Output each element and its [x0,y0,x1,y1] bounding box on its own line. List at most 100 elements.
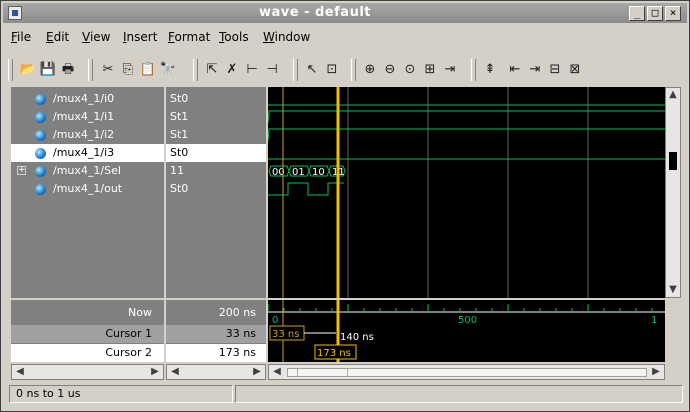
collapse-icon[interactable]: ⊠ [566,61,584,79]
cursor-area: Now Cursor 1 Cursor 2 200 ns 33 ns 173 n… [11,300,665,362]
signal-icon [35,130,46,141]
menu-edit[interactable]: Edit [46,30,69,44]
timeline-panel[interactable]: 0 500 1 33 ns 140 ns 173 ns [268,300,665,362]
menu-tools[interactable]: Tools [219,30,249,44]
signal-icon [35,112,46,123]
signal-row[interactable]: /mux4_1/out [11,180,164,198]
toolbar: 📂 💾 🖶 ✂ ⎘ 📋 🔭 ⇱ ✗ ⊢ ⊣ ↖ ⊡ ⊕ ⊖ ⊙ ⊞ ⇥ ⇞ ⇤ ⇥ ⊟ ⊠ [3,55,687,85]
tick-label: 1 [651,315,657,326]
toolbar-separator [88,59,93,81]
delete-wave-icon[interactable]: ✗ [223,61,241,79]
save-icon[interactable]: 💾 [39,61,57,79]
scroll-down-icon[interactable]: ▼ [666,284,680,296]
copy-icon[interactable]: ⎘ [119,61,137,79]
cursor2-row[interactable]: Cursor 2 [11,344,164,362]
tick-label: 0 [272,315,278,326]
signal-icon [35,94,46,105]
wave-hscroll[interactable]: ◀ ▶ [268,364,665,380]
find-icon[interactable]: 🔭 [159,61,177,79]
waveform-svg: 00011011 [268,87,665,298]
zoom-mode-icon[interactable]: ⊡ [323,61,341,79]
zoom-in-icon[interactable]: ⊕ [361,61,379,79]
scroll-right-icon[interactable]: ▶ [649,366,663,378]
signal-value-row[interactable]: St0 [166,144,266,162]
cursor2-label: Cursor 2 [105,346,152,359]
now-label: Now [128,306,152,319]
pointer-icon[interactable]: ↖ [303,61,321,79]
prev-edge-icon[interactable]: ⇤ [506,61,524,79]
toolbar-separator [293,59,298,81]
menu-insert[interactable]: Insert [123,30,157,44]
bus-value: 01 [292,167,305,178]
cursor-values: 200 ns 33 ns 173 ns [166,300,266,362]
waveform-panel[interactable]: 00011011 [268,87,665,298]
zoom-out-icon[interactable]: ⊖ [381,61,399,79]
minimize-button[interactable]: _ [629,6,645,21]
signal-icon [35,184,46,195]
select-icon[interactable]: ⇱ [203,61,221,79]
signal-row[interactable]: /mux4_1/i2 [11,126,164,144]
expand-icon[interactable]: ⊟ [546,61,564,79]
cursor2-tag: 173 ns [317,348,351,359]
vertical-scrollbar[interactable]: ▲ ▼ [665,87,681,298]
horizontal-scrollbars: ◀ ▶ ◀ ▶ ◀ ▶ [11,364,665,381]
step-icon[interactable]: ⇥ [441,61,459,79]
signal-value-row[interactable]: St0 [166,180,266,198]
signal-value-row[interactable]: St1 [166,126,266,144]
toolbar-separator [471,59,476,81]
scroll-left-icon[interactable]: ◀ [168,366,182,378]
menu-bar: File Edit View Insert Format Tools Windo… [3,25,687,49]
scroll-left-icon[interactable]: ◀ [13,366,27,378]
signal-icon [35,148,46,159]
menu-file[interactable]: File [11,30,31,44]
scroll-right-icon[interactable]: ▶ [148,366,162,378]
timeline-svg: 0 500 1 33 ns 140 ns 173 ns [268,300,665,362]
menu-window[interactable]: Window [263,30,310,44]
zoom-cursor-icon[interactable]: ⊞ [421,61,439,79]
status-message [235,385,683,403]
close-button[interactable]: × [665,6,681,21]
scroll-left-icon[interactable]: ◀ [270,366,284,378]
signal-names-panel: /mux4_1/i0/mux4_1/i1/mux4_1/i2/mux4_1/i3… [11,87,166,298]
signal-row[interactable]: + /mux4_1/Sel [11,162,164,180]
menu-view[interactable]: View [82,30,110,44]
maximize-button[interactable]: □ [647,6,663,21]
signal-value-row[interactable]: 11 [166,162,266,180]
zoom-full-icon[interactable]: ⊙ [401,61,419,79]
signal-value: 11 [170,164,184,177]
signal-row[interactable]: /mux4_1/i0 [11,90,164,108]
insert-cursor-icon[interactable]: ⊢ [243,61,261,79]
names-hscroll[interactable]: ◀ ▶ [11,364,164,380]
next-edge-icon[interactable]: ⇥ [526,61,544,79]
delta-tag: 140 ns [340,332,374,343]
signal-value: St1 [170,128,189,141]
wave-window: wave - default _ □ × File Edit View Inse… [0,0,690,412]
scroll-right-icon[interactable]: ▶ [250,366,264,378]
scroll-up-icon[interactable]: ▲ [666,89,680,101]
paste-icon[interactable]: 📋 [139,61,157,79]
signal-row[interactable]: /mux4_1/i1 [11,108,164,126]
menu-format[interactable]: Format [168,30,210,44]
open-icon[interactable]: 📂 [19,61,37,79]
cursor1-row[interactable]: Cursor 1 [11,325,164,343]
toolbar-separator [351,59,356,81]
expand-icon[interactable]: + [17,166,26,175]
signal-value-row[interactable]: St0 [166,90,266,108]
toolbar-separator [193,59,198,81]
signal-name: /mux4_1/i1 [53,110,115,123]
find-edge-icon[interactable]: ⇞ [481,61,499,79]
signal-value-row[interactable]: St1 [166,108,266,126]
cut-icon[interactable]: ✂ [99,61,117,79]
delete-cursor-icon[interactable]: ⊣ [263,61,281,79]
title-bar[interactable]: wave - default _ □ × [3,3,687,23]
cursor1-value-row: 33 ns [166,325,266,343]
values-hscroll[interactable]: ◀ ▶ [166,364,266,380]
signal-value: St0 [170,92,189,105]
now-row: Now [11,304,164,322]
signal-row[interactable]: /mux4_1/i3 [11,144,164,162]
print-icon[interactable]: 🖶 [59,61,77,79]
window-title: wave - default [259,5,371,20]
wave-scroll-thumb[interactable] [287,368,647,377]
vertical-scroll-thumb[interactable] [669,152,677,170]
signal-value: St0 [170,182,189,195]
